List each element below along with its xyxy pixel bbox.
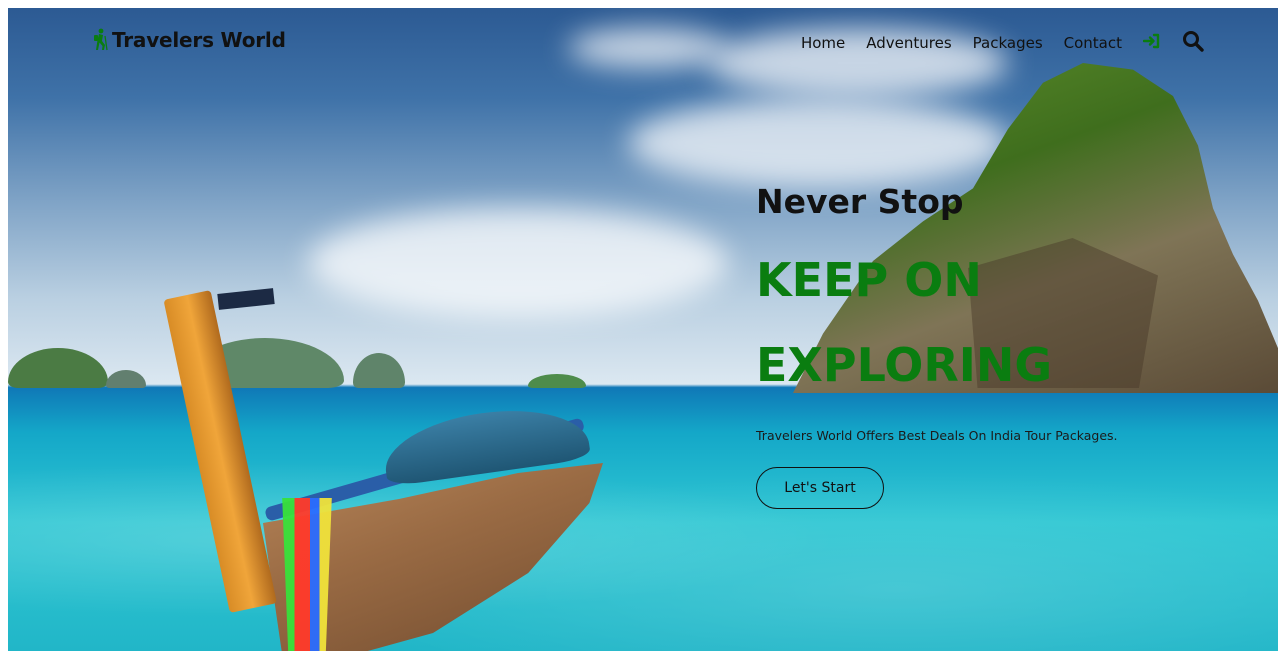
search-icon[interactable] bbox=[1182, 30, 1204, 56]
hiker-icon bbox=[90, 28, 110, 52]
nav-link-adventures[interactable]: Adventures bbox=[866, 34, 951, 52]
hero-kicker: Never Stop bbox=[756, 182, 964, 221]
lets-start-button[interactable]: Let's Start bbox=[756, 467, 884, 509]
cloud bbox=[628, 98, 1008, 188]
sign-in-icon[interactable] bbox=[1142, 33, 1161, 53]
hero-description: Travelers World Offers Best Deals On Ind… bbox=[756, 428, 1118, 443]
main-navigation: Home Adventures Packages Contact bbox=[801, 30, 1204, 56]
page-frame: Travelers World Home Adventures Packages… bbox=[8, 8, 1278, 651]
cloud bbox=[308, 208, 728, 318]
nav-link-contact[interactable]: Contact bbox=[1064, 34, 1122, 52]
brand-name: Travelers World bbox=[112, 28, 286, 52]
brand-logo-link[interactable]: Travelers World bbox=[90, 28, 286, 52]
nav-link-packages[interactable]: Packages bbox=[973, 34, 1043, 52]
nav-link-home[interactable]: Home bbox=[801, 34, 845, 52]
hero-content: Never Stop KEEP ON EXPLORING Travelers W… bbox=[756, 180, 1236, 509]
hero-title: KEEP ON EXPLORING bbox=[756, 253, 1053, 392]
cloud bbox=[568, 28, 728, 68]
